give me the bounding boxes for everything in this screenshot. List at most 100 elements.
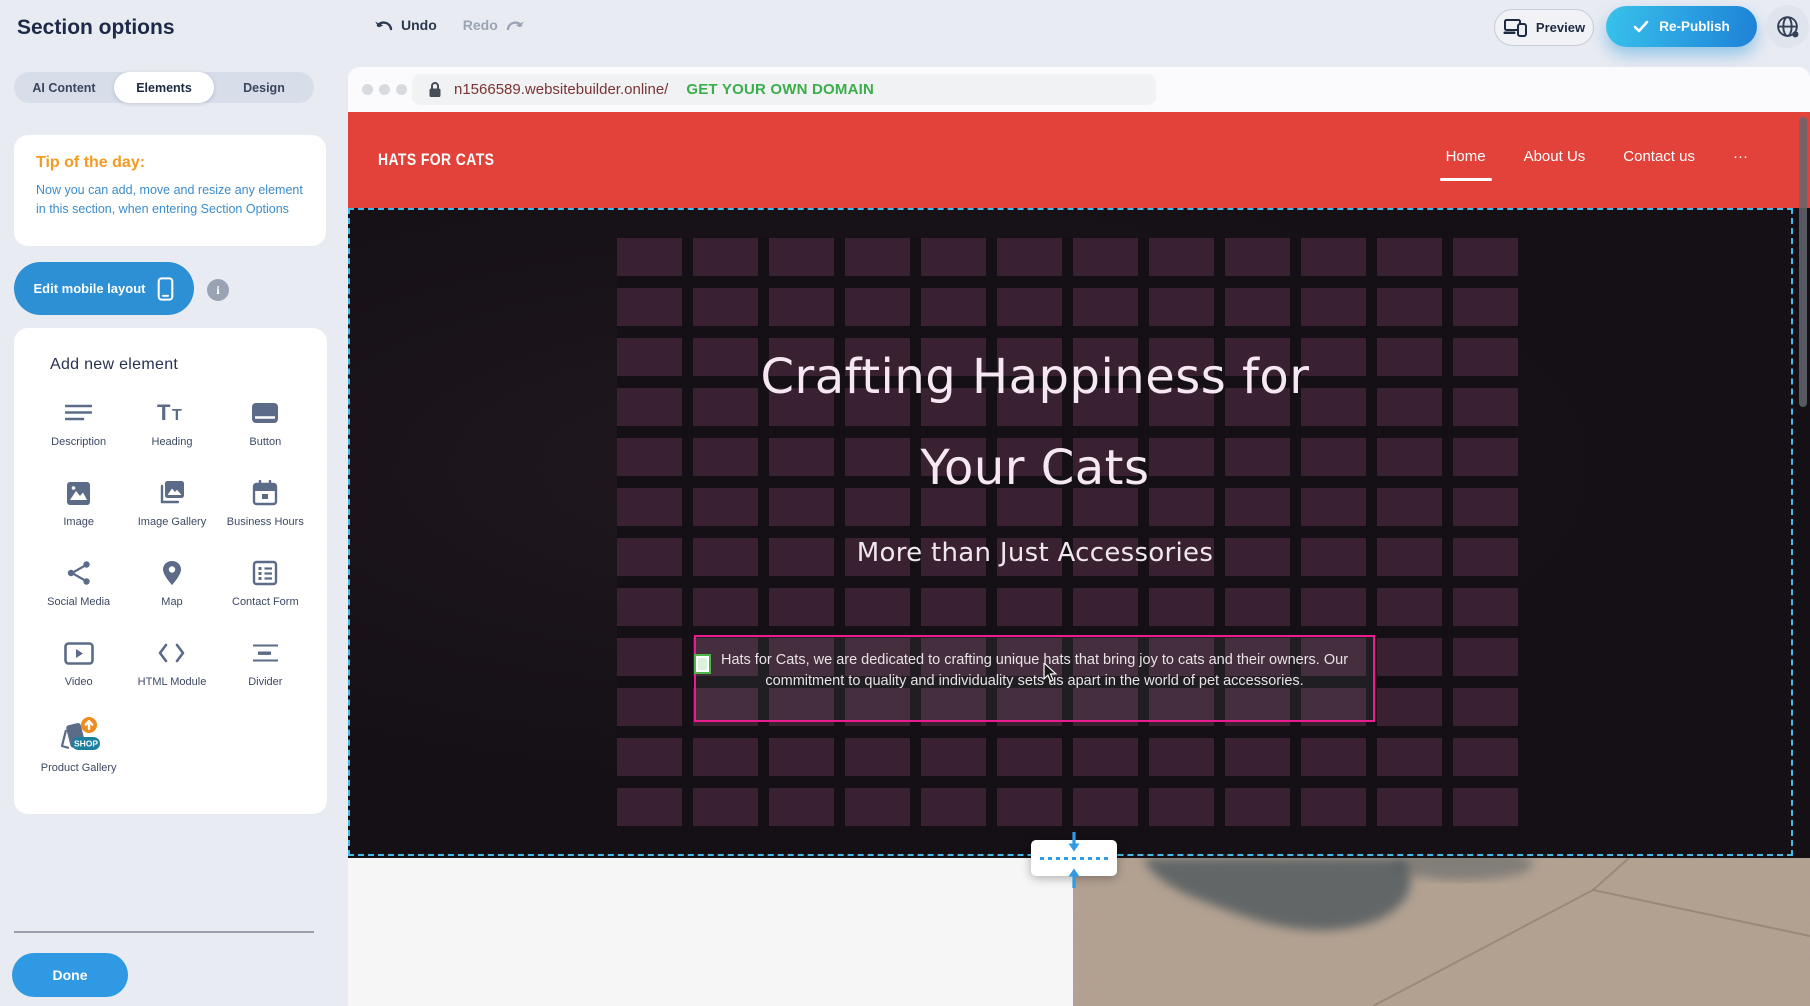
mouse-cursor	[1043, 663, 1058, 683]
element-label: Divider	[248, 675, 282, 689]
site-header: HATS FOR CATS Home About Us Contact us ·…	[348, 112, 1810, 208]
hero-subheading[interactable]: More than Just Accessories	[535, 538, 1535, 568]
site-logo[interactable]: HATS FOR CATS	[378, 150, 494, 170]
language-globe-button[interactable]	[1766, 5, 1809, 48]
add-element-description[interactable]: Description	[32, 396, 125, 476]
preview-scrollbar[interactable]	[1799, 117, 1807, 407]
html-module-icon	[158, 643, 185, 663]
nav-about-us[interactable]: About Us	[1524, 148, 1586, 165]
divider-icon	[252, 643, 279, 663]
site-nav: Home About Us Contact us ···	[1446, 148, 1748, 165]
element-drag-handle[interactable]	[694, 654, 711, 674]
nav-more[interactable]: ···	[1733, 148, 1748, 165]
map-icon	[160, 560, 184, 587]
image-icon	[66, 481, 91, 506]
redo-button[interactable]: Redo	[463, 17, 525, 33]
product-gallery-icon: SHOP	[56, 716, 102, 756]
phone-icon	[157, 276, 174, 302]
add-element-product-gallery[interactable]: SHOP Product Gallery	[32, 716, 125, 796]
element-label: Video	[65, 675, 93, 689]
hero-paragraph[interactable]: Hats for Cats, we are dedicated to craft…	[696, 650, 1373, 692]
tab-design[interactable]: Design	[214, 72, 314, 103]
page-title: Section options	[17, 16, 175, 40]
add-element-button[interactable]: Button	[219, 396, 312, 476]
tip-of-the-day-card: Tip of the day: Now you can add, move an…	[14, 135, 326, 246]
add-element-map[interactable]: Map	[125, 556, 218, 636]
tab-ai-content-label: AI Content	[32, 81, 95, 95]
element-label: Contact Form	[232, 595, 299, 609]
nav-contact-us[interactable]: Contact us	[1623, 148, 1695, 165]
lock-icon	[428, 81, 442, 98]
element-label: Product Gallery	[41, 761, 117, 775]
add-element-image-gallery[interactable]: Image Gallery	[125, 476, 218, 556]
tab-ai-content[interactable]: AI Content	[14, 72, 114, 103]
nav-contact-us-label: Contact us	[1623, 148, 1695, 165]
nav-home-label: Home	[1446, 148, 1486, 165]
undo-label: Undo	[401, 17, 437, 33]
nav-home[interactable]: Home	[1446, 148, 1486, 165]
element-label: Map	[161, 595, 182, 609]
element-label: Social Media	[47, 595, 110, 609]
tab-elements-label: Elements	[136, 81, 192, 95]
hero-heading[interactable]: Crafting Happiness for Your Cats	[715, 332, 1355, 514]
browser-dots	[362, 84, 407, 95]
social-media-icon	[66, 560, 92, 586]
sidebar-divider	[14, 931, 314, 933]
get-your-own-domain-link[interactable]: GET YOUR OWN DOMAIN	[686, 81, 874, 98]
preview-button[interactable]: Preview	[1494, 9, 1594, 46]
element-label: Heading	[152, 435, 193, 449]
add-element-heading[interactable]: TT Heading	[125, 396, 218, 476]
element-label: Description	[51, 435, 106, 449]
add-new-element-title: Add new element	[50, 356, 327, 374]
globe-icon	[1775, 14, 1800, 39]
tip-body: Now you can add, move and resize any ele…	[36, 181, 304, 219]
add-element-contact-form[interactable]: Contact Form	[219, 556, 312, 636]
check-icon	[1633, 20, 1649, 33]
redo-label: Redo	[463, 17, 498, 33]
done-button[interactable]: Done	[12, 953, 128, 997]
hero-tile-background	[617, 238, 1518, 826]
collapse-arrow-up-icon	[1066, 866, 1082, 888]
element-label: HTML Module	[138, 675, 207, 689]
selected-paragraph-element[interactable]: Hats for Cats, we are dedicated to craft…	[694, 635, 1375, 722]
add-element-business-hours[interactable]: Business Hours	[219, 476, 312, 556]
contact-form-icon	[252, 560, 278, 586]
panel-tabs: AI Content Elements Design	[14, 72, 314, 103]
add-element-html-module[interactable]: HTML Module	[125, 636, 218, 716]
browser-dot	[396, 84, 407, 95]
element-label: Button	[249, 435, 281, 449]
element-label: Image	[63, 515, 94, 529]
section-resize-handle[interactable]	[1031, 840, 1117, 876]
nav-about-us-label: About Us	[1524, 148, 1586, 165]
browser-chrome-bar: n1566589.websitebuilder.online/ GET YOUR…	[348, 67, 1810, 112]
add-element-video[interactable]: Video	[32, 636, 125, 716]
app-screen: Section options Undo Redo Preview Re-Pub…	[0, 0, 1810, 1006]
tip-title: Tip of the day:	[36, 154, 304, 172]
address-bar[interactable]: n1566589.websitebuilder.online/ GET YOUR…	[412, 74, 1156, 105]
hero-section[interactable]: Crafting Happiness for Your Cats More th…	[348, 208, 1810, 858]
drag-handle-inner	[698, 658, 707, 670]
edit-mobile-layout-button[interactable]: Edit mobile layout	[14, 262, 194, 315]
add-element-divider[interactable]: Divider	[219, 636, 312, 716]
republish-label: Re-Publish	[1659, 19, 1730, 34]
shop-badge: SHOP	[74, 739, 98, 749]
undo-icon	[374, 18, 393, 32]
add-element-image[interactable]: Image	[32, 476, 125, 556]
tab-design-label: Design	[243, 81, 285, 95]
svg-text:T: T	[157, 401, 171, 425]
republish-button[interactable]: Re-Publish	[1606, 6, 1757, 47]
edit-mobile-layout-label: Edit mobile layout	[34, 281, 146, 296]
add-element-social-media[interactable]: Social Media	[32, 556, 125, 636]
redo-icon	[506, 18, 525, 32]
business-hours-icon	[252, 480, 278, 506]
info-button[interactable]: i	[207, 279, 229, 301]
collapse-arrow-down-icon	[1066, 832, 1082, 854]
description-icon	[65, 403, 92, 423]
undo-button[interactable]: Undo	[374, 17, 437, 33]
info-icon: i	[216, 283, 219, 298]
done-label: Done	[53, 967, 88, 983]
tab-elements[interactable]: Elements	[114, 72, 214, 103]
element-label: Image Gallery	[138, 515, 206, 529]
nav-more-label: ···	[1733, 148, 1748, 165]
svg-text:T: T	[172, 407, 182, 424]
